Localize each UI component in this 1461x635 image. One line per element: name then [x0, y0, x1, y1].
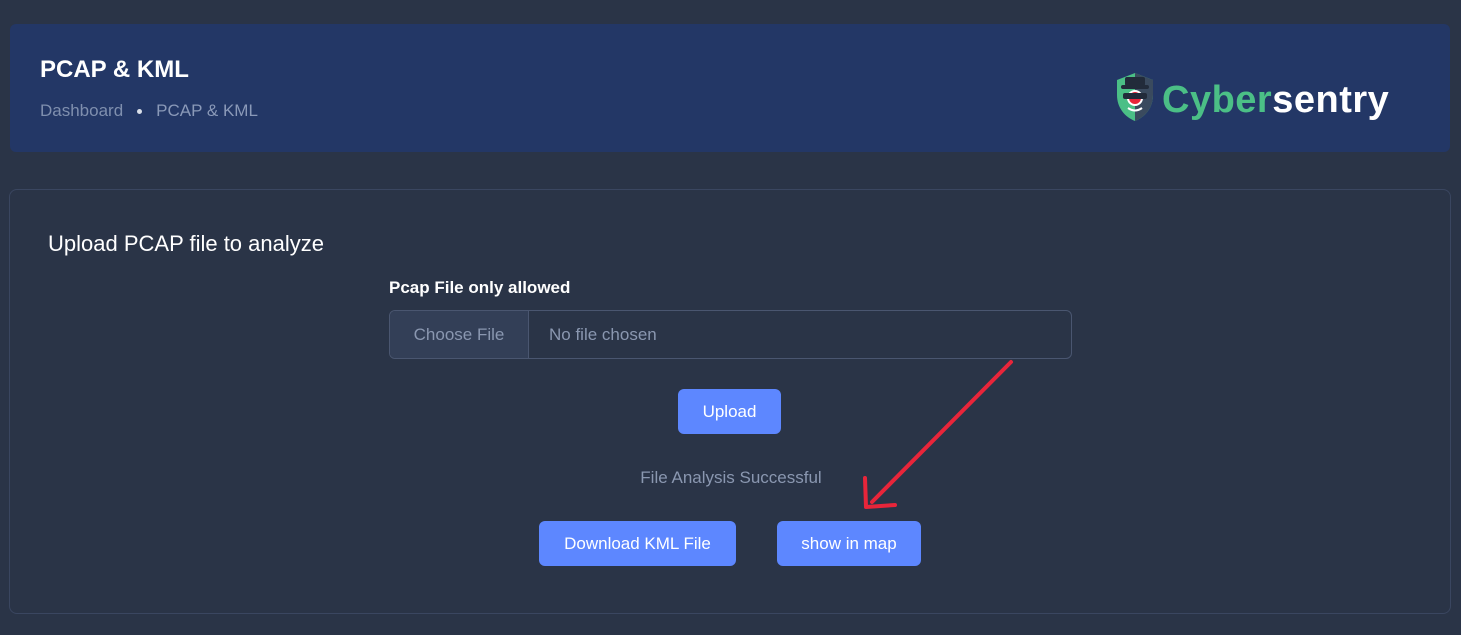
analysis-status-message: File Analysis Successful: [640, 468, 822, 487]
breadcrumb-current: PCAP & KML: [156, 101, 258, 120]
breadcrumb: Dashboard PCAP & KML: [40, 101, 258, 121]
download-kml-button[interactable]: Download KML File: [539, 521, 736, 566]
file-input[interactable]: Choose File No file chosen: [389, 310, 1072, 359]
file-field-label: Pcap File only allowed: [389, 278, 571, 297]
file-status-text: No file chosen: [549, 324, 657, 344]
breadcrumb-separator: [137, 108, 143, 114]
logo-text: Cybersentry: [1162, 78, 1390, 121]
card-title: Upload PCAP file to analyze: [48, 231, 324, 256]
page-header: PCAP & KML Dashboard PCAP & KML Cybersen…: [10, 24, 1450, 152]
show-in-map-button[interactable]: show in map: [777, 521, 921, 566]
shield-spy-icon: [1114, 71, 1156, 128]
upload-card: Upload PCAP file to analyze Pcap File on…: [9, 189, 1451, 614]
cybersentry-logo[interactable]: Cybersentry: [1114, 71, 1389, 128]
page-title: PCAP & KML: [40, 56, 189, 83]
upload-button[interactable]: Upload: [678, 389, 781, 434]
choose-file-button[interactable]: Choose File: [390, 311, 529, 358]
breadcrumb-dashboard-link[interactable]: Dashboard: [40, 101, 123, 121]
